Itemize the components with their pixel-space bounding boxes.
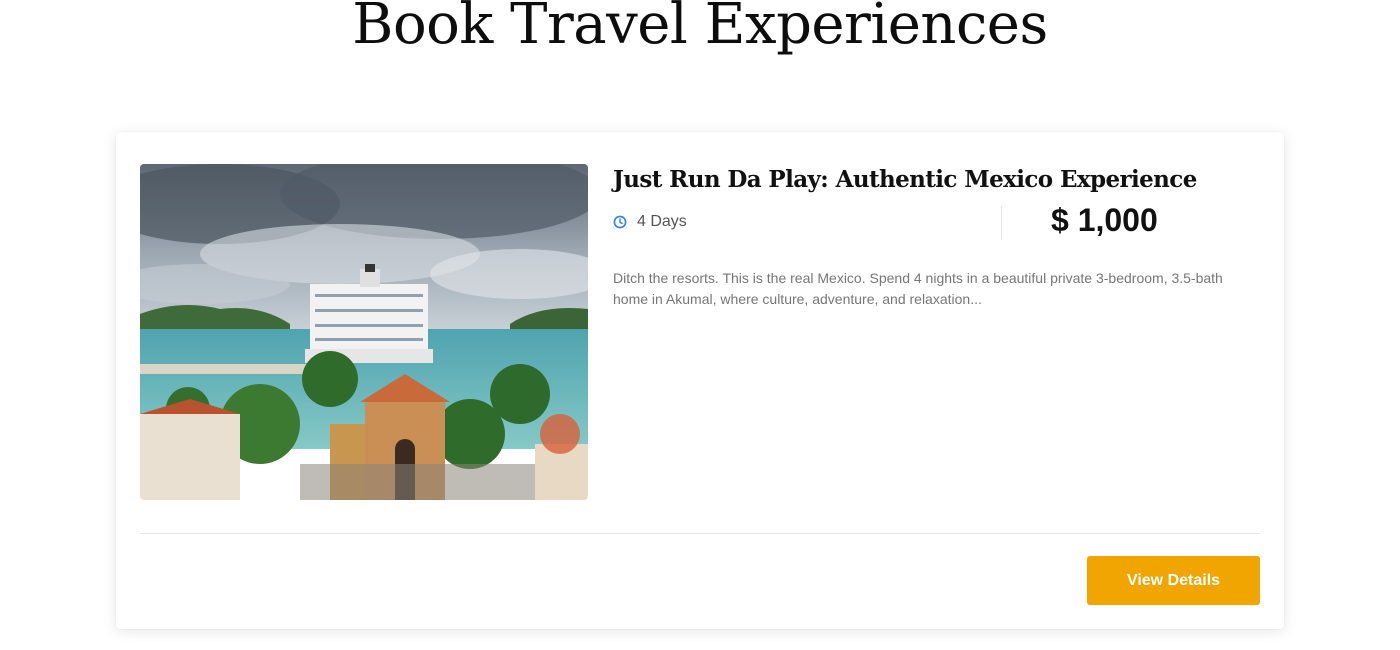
clock-icon [613,215,627,229]
horizontal-divider [140,533,1260,534]
view-details-button[interactable]: View Details [1087,556,1260,605]
experience-description: Ditch the resorts. This is the real Mexi… [613,270,1223,307]
price: $ 1,000 [1051,202,1158,238]
duration-info: 4 Days [613,213,687,231]
page-title: Book Travel Experiences [352,0,1048,57]
experience-image[interactable] [140,164,588,500]
duration-text: 4 Days [637,213,687,230]
experience-title[interactable]: Just Run Da Play: Authentic Mexico Exper… [613,166,1197,193]
vertical-divider [1001,206,1002,240]
experience-card: Just Run Da Play: Authentic Mexico Exper… [116,132,1284,629]
